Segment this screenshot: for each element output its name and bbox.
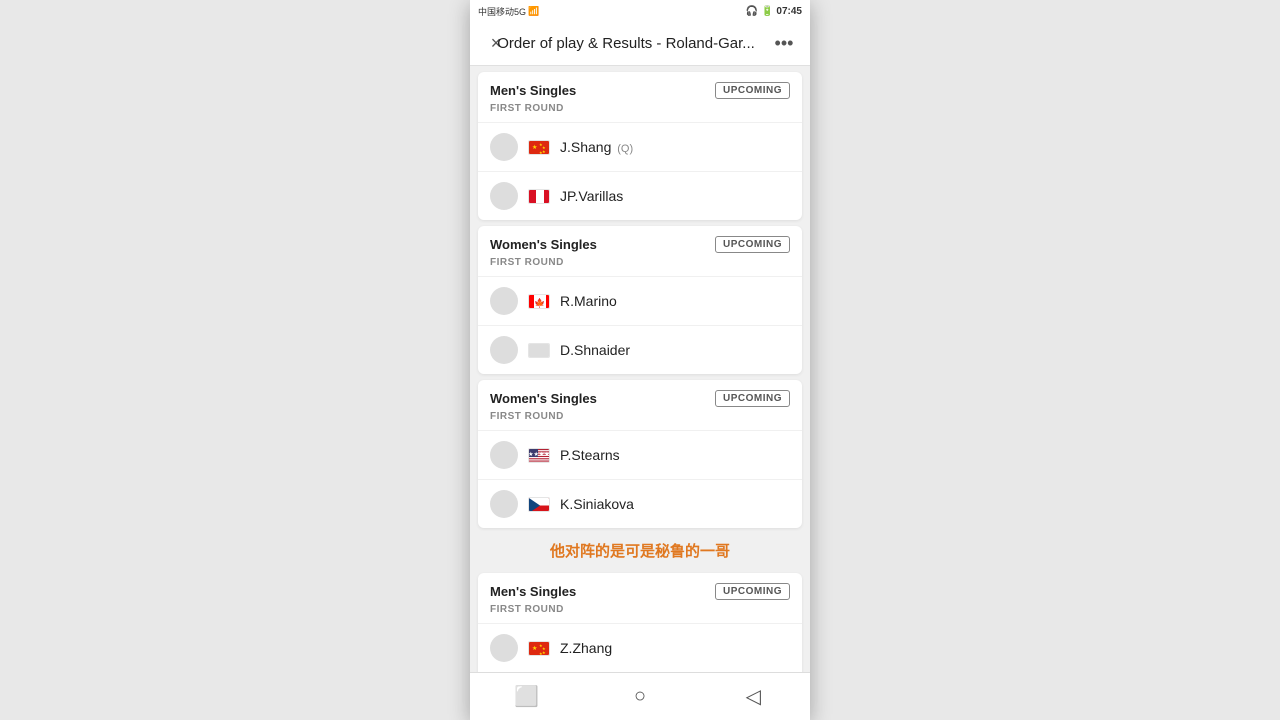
time-display: 07:45 (776, 6, 802, 17)
back-button[interactable]: ○ (620, 677, 660, 717)
flag-blank-1 (528, 343, 550, 358)
content-area[interactable]: Men's Singles UPCOMING FIRST ROUND ★ ★ ★… (470, 66, 810, 672)
app-header: × Order of play & Results - Roland-Gar..… (470, 22, 810, 66)
flag-cn-2: ★ ★ ★ ★ ★ (528, 641, 550, 656)
match-card-4: Men's Singles UPCOMING FIRST ROUND ★ ★ ★… (478, 573, 802, 672)
player-row-1b: JP.Varillas (478, 171, 802, 220)
svg-text:★: ★ (542, 149, 546, 154)
status-left: 中国移动5G 📶 (478, 5, 539, 18)
menu-button[interactable]: ◁ (733, 677, 773, 717)
player-name-1a: J.Shang (Q) (560, 139, 633, 155)
svg-text:★: ★ (532, 144, 537, 151)
player-row-1a: ★ ★ ★ ★ ★ J.Shang (Q) (478, 122, 802, 171)
flag-pe-1 (528, 189, 550, 204)
match-card-3: Women's Singles UPCOMING FIRST ROUND (478, 380, 802, 528)
svg-text:🍁: 🍁 (534, 297, 545, 308)
match-round-4: FIRST ROUND (478, 604, 802, 623)
status-bar: 中国移动5G 📶 🎧 🔋 07:45 (470, 0, 810, 22)
player-row-3b: K.Siniakova (478, 479, 802, 528)
match-round-2: FIRST ROUND (478, 257, 802, 276)
match-header-3: Women's Singles UPCOMING (478, 380, 802, 411)
player-row-2a: 🍁 R.Marino (478, 276, 802, 325)
match-category-2: Women's Singles (490, 237, 597, 252)
upcoming-badge-2: UPCOMING (715, 236, 790, 253)
more-icon: ••• (775, 33, 794, 54)
player-name-2a: R.Marino (560, 293, 617, 309)
carrier-text: 中国移动5G (478, 5, 526, 18)
upcoming-badge-1: UPCOMING (715, 82, 790, 99)
player-avatar-3b (490, 490, 518, 518)
match-category-4: Men's Singles (490, 584, 576, 599)
player-name-3b: K.Siniakova (560, 496, 634, 512)
player-avatar-3a (490, 441, 518, 469)
subtitle-text: 他对阵的是可是秘鲁的一哥 (470, 534, 810, 567)
battery-icon: 🔋 (761, 6, 773, 17)
home-icon: ⬜ (514, 684, 539, 709)
svg-text:★: ★ (539, 150, 543, 155)
status-right: 🎧 🔋 07:45 (746, 6, 802, 17)
bluetooth-icon: 🎧 (746, 6, 758, 17)
player-avatar-4a (490, 634, 518, 662)
player-name-1b: JP.Varillas (560, 188, 623, 204)
player-avatar-2b (490, 336, 518, 364)
match-category-3: Women's Singles (490, 391, 597, 406)
menu-icon: ◁ (746, 684, 761, 709)
flag-cz-1 (528, 497, 550, 512)
more-button[interactable]: ••• (770, 30, 798, 58)
player-avatar-1b (490, 182, 518, 210)
back-icon: ○ (634, 685, 646, 708)
player-avatar-2a (490, 287, 518, 315)
match-round-3: FIRST ROUND (478, 411, 802, 430)
svg-text:★: ★ (539, 651, 543, 656)
match-card-1: Men's Singles UPCOMING FIRST ROUND ★ ★ ★… (478, 72, 802, 220)
match-header-4: Men's Singles UPCOMING (478, 573, 802, 604)
bottom-navigation: ⬜ ○ ◁ (470, 672, 810, 720)
flag-ca-1: 🍁 (528, 294, 550, 309)
upcoming-badge-4: UPCOMING (715, 583, 790, 600)
player-row-4a: ★ ★ ★ ★ ★ Z.Zhang (478, 623, 802, 672)
svg-text:★: ★ (532, 645, 537, 652)
flag-cn-1: ★ ★ ★ ★ ★ (528, 140, 550, 155)
match-header-1: Men's Singles UPCOMING (478, 72, 802, 103)
phone-screen: 中国移动5G 📶 🎧 🔋 07:45 × Order of play & Res… (470, 0, 810, 720)
player-row-2b: D.Shnaider (478, 325, 802, 374)
upcoming-badge-3: UPCOMING (715, 390, 790, 407)
svg-text:★: ★ (542, 650, 546, 655)
player-row-3a: ★★★★★★★★★★★★★★★★★★★★★★★★★★★★★★★★★★★★★★★★… (478, 430, 802, 479)
match-round-1: FIRST ROUND (478, 103, 802, 122)
svg-text:★★★★★★★★★★★★★★★★★★★★★★★★★★★★★★: ★★★★★★★★★★★★★★★★★★★★★★★★★★★★★★★★★★★★★★★★… (529, 451, 550, 458)
player-avatar-1a (490, 133, 518, 161)
signal-bars: 📶 (528, 6, 539, 17)
home-button[interactable]: ⬜ (507, 677, 547, 717)
player-name-4a: Z.Zhang (560, 640, 612, 656)
flag-us-1: ★★★★★★★★★★★★★★★★★★★★★★★★★★★★★★★★★★★★★★★★… (528, 448, 550, 463)
match-card-2: Women's Singles UPCOMING FIRST ROUND 🍁 R… (478, 226, 802, 374)
player-name-2b: D.Shnaider (560, 342, 630, 358)
page-title: Order of play & Results - Roland-Gar... (482, 35, 770, 52)
match-category-1: Men's Singles (490, 83, 576, 98)
match-header-2: Women's Singles UPCOMING (478, 226, 802, 257)
player-name-3a: P.Stearns (560, 447, 620, 463)
